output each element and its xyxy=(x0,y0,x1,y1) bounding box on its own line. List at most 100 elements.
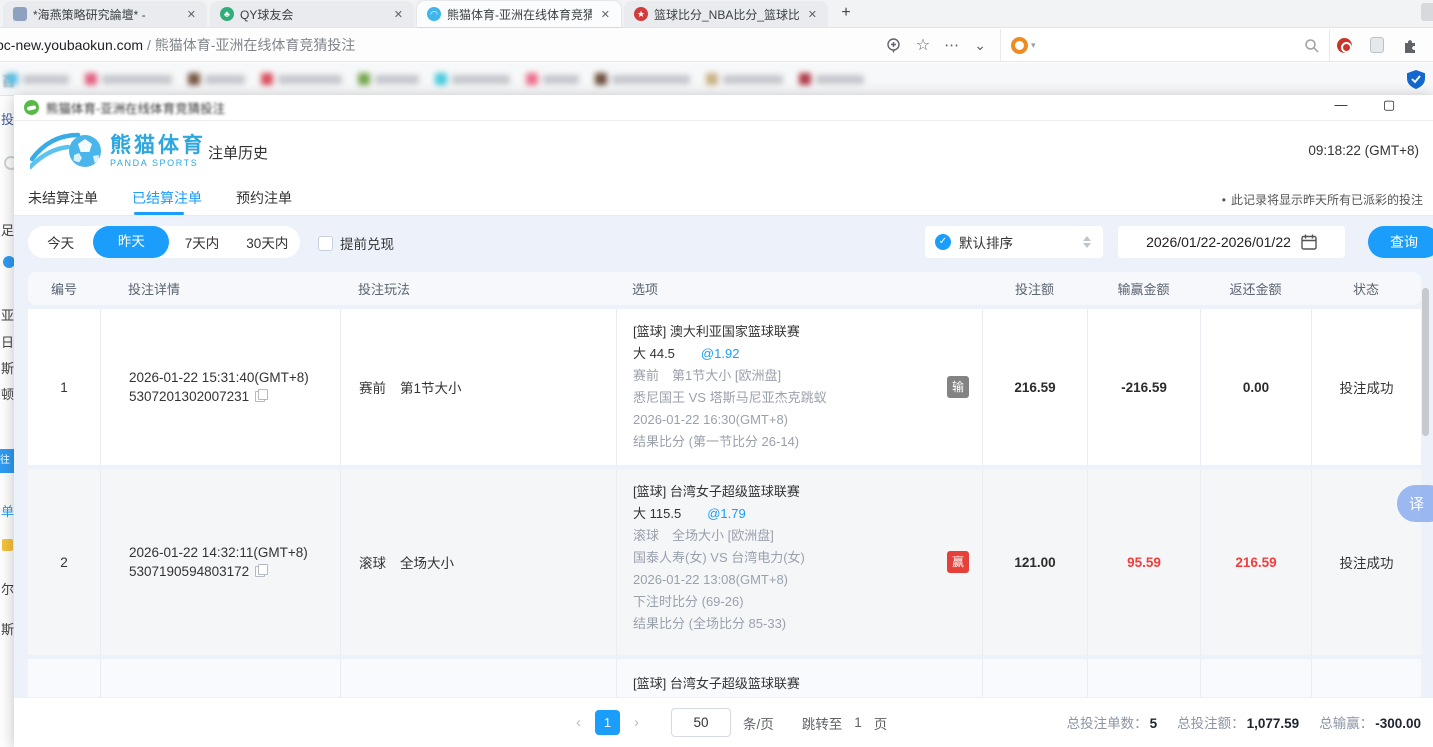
extension-red-icon[interactable] xyxy=(1337,38,1352,53)
dropdown-chevron-icon[interactable]: ⌄ xyxy=(974,37,986,54)
cell-payout: 216.59 xyxy=(1200,469,1311,655)
sort-dropdown[interactable]: ✓ 默认排序 xyxy=(925,226,1103,258)
strip-dot-fragment xyxy=(3,256,14,268)
range-yesterday-active[interactable]: 昨天 xyxy=(93,226,169,258)
brand-subtitle: PANDA SPORTS xyxy=(110,159,206,168)
date-range-value: 2026/01/22-2026/01/22 xyxy=(1146,234,1291,250)
minimize-button[interactable]: — xyxy=(1332,97,1350,113)
league-name: [篮球] 澳大利亚国家篮球联赛 xyxy=(633,321,982,343)
strip-text-fragment: 尔 xyxy=(1,579,14,598)
more-menu-icon[interactable]: ⋯ xyxy=(944,36,960,54)
tab-settled[interactable]: 已结算注单 xyxy=(132,188,202,208)
bookmark-star-icon[interactable]: ☆ xyxy=(916,35,930,55)
bookmark-item[interactable] xyxy=(526,73,579,85)
browser-tab-2[interactable]: ♣ QY球友会 ✕ xyxy=(210,1,414,27)
bookmark-item[interactable] xyxy=(85,73,172,85)
page-size-input[interactable] xyxy=(671,708,731,737)
jump-page-value[interactable]: 1 xyxy=(854,715,862,730)
scrollbar-thumb[interactable] xyxy=(1422,288,1429,436)
tab-close-icon[interactable]: ✕ xyxy=(805,8,820,21)
cell-status xyxy=(1311,659,1421,698)
url-zone[interactable]: pc-new.youbaokun.com / 熊猫体育-亚洲在线体育竞猜投注 ☆… xyxy=(0,29,1000,61)
bet-time: 2026-01-22 14:32:11(GMT+8) xyxy=(129,545,340,560)
tab-close-icon[interactable]: ✕ xyxy=(598,8,613,21)
cashout-checkbox[interactable] xyxy=(318,236,333,251)
cell-stake xyxy=(982,659,1087,698)
total-bets: 总投注单数：5 xyxy=(1067,712,1158,732)
browser-tab-4[interactable]: ★ 篮球比分_NBA比分_篮球比 ✕ xyxy=(624,1,828,27)
prev-page-button[interactable]: ‹ xyxy=(574,714,583,731)
cell-play xyxy=(340,659,616,698)
bookmark-item[interactable] xyxy=(595,73,690,85)
tab-close-icon[interactable]: ✕ xyxy=(391,8,406,21)
market-line: 滚球 全场大小 [欧洲盘] xyxy=(633,525,982,547)
strip-text-fragment: 日 xyxy=(1,332,14,351)
cell-option: [篮球] 台湾女子超级篮球联赛 大 115.5@1.79 滚球 全场大小 [欧洲… xyxy=(616,469,982,655)
tab-close-icon[interactable]: ✕ xyxy=(184,8,199,21)
bet-history-window: 熊猫体育-亚洲在线体育竞猜投注 — ▢ ✕ 熊猫体育 PAND xyxy=(14,95,1433,747)
odds-value: @1.79 xyxy=(707,506,746,521)
bookmark-item[interactable] xyxy=(706,73,783,85)
bet-time: 2026-01-22 15:31:40(GMT+8) xyxy=(129,370,340,385)
maximize-button[interactable]: ▢ xyxy=(1380,97,1398,113)
range-7days[interactable]: 7天内 xyxy=(169,232,234,252)
query-button[interactable]: 查询 xyxy=(1368,226,1433,258)
browser-tab-3-active[interactable]: ◠ 熊猫体育-亚洲在线体育竞猜 ✕ xyxy=(417,1,621,27)
strip-text-fragment: 投 xyxy=(1,109,14,128)
table-row: 1 2026-01-22 15:31:40(GMT+8) 53072013020… xyxy=(28,309,1421,465)
result-line: 结果比分 (第一节比分 26-14) xyxy=(633,431,982,453)
cell-detail: 2026-01-22 14:32:11(GMT+8) 5307190594803… xyxy=(100,469,340,655)
totals-summary: 总投注单数：5 总投注额：1,077.59 总输赢：-300.00 xyxy=(1067,712,1421,732)
page-size-unit: 条/页 xyxy=(743,713,774,733)
cashout-filter[interactable]: 提前兑现 xyxy=(318,233,394,253)
notice-text: 此记录将显示昨天所有已派彩的投注 xyxy=(1222,191,1423,208)
close-button[interactable]: ✕ xyxy=(1428,97,1433,113)
match-time-line: 2026-01-22 13:08(GMT+8) xyxy=(633,569,982,591)
tab-unsettled[interactable]: 未结算注单 xyxy=(28,188,98,208)
next-page-button[interactable]: › xyxy=(632,714,641,731)
range-30days[interactable]: 30天内 xyxy=(235,232,300,252)
reader-mode-icon[interactable] xyxy=(885,37,902,54)
bookmarks-blurred-row xyxy=(6,73,864,85)
window-title-bar[interactable]: 熊猫体育-亚洲在线体育竞猜投注 — ▢ ✕ xyxy=(14,95,1433,121)
bookmark-item[interactable] xyxy=(6,73,69,85)
strip-text-fragment: 顿 xyxy=(1,384,14,403)
search-engine-logo-icon xyxy=(1011,37,1028,54)
bookmark-item[interactable] xyxy=(261,73,342,85)
tab-reserved[interactable]: 预约注单 xyxy=(236,188,292,208)
search-engine-caret-icon[interactable]: ▾ xyxy=(1031,40,1036,51)
bookmark-item[interactable] xyxy=(799,73,864,85)
bookmark-item[interactable] xyxy=(435,73,510,85)
bookmark-item[interactable] xyxy=(188,73,245,85)
bets-table: 编号 投注详情 投注玩法 选项 投注额 输赢金额 返还金额 状态 1 2026-… xyxy=(28,272,1421,698)
extension-gray-icon[interactable] xyxy=(1370,37,1384,53)
date-range-picker[interactable]: 2026/01/22-2026/01/22 xyxy=(1118,226,1345,258)
new-tab-button[interactable]: + xyxy=(834,1,858,25)
background-page-strip: 投 足 亚 日 斯 顿 往 单 尔 斯 xyxy=(0,95,14,747)
current-page-button[interactable]: 1 xyxy=(595,710,620,735)
col-no: 编号 xyxy=(28,279,100,298)
address-bar: pc-new.youbaokun.com / 熊猫体育-亚洲在线体育竞猜投注 ☆… xyxy=(0,29,1433,62)
odds-value: @1.92 xyxy=(701,346,740,361)
browser-tab-1[interactable]: *海燕策略研究論壇* - ✕ xyxy=(3,1,207,27)
table-header: 编号 投注详情 投注玩法 选项 投注额 输赢金额 返还金额 状态 xyxy=(28,272,1421,305)
puzzle-extensions-icon[interactable] xyxy=(1402,37,1419,54)
cell-winloss: 95.59 xyxy=(1087,469,1200,655)
bookmark-item[interactable] xyxy=(358,73,419,85)
shield-bookmark-icon[interactable] xyxy=(1407,70,1425,89)
strip-text-fragment: 足 xyxy=(1,220,14,239)
screen: *海燕策略研究論壇* - ✕ ♣ QY球友会 ✕ ◠ 熊猫体育-亚洲在线体育竞猜… xyxy=(0,0,1433,747)
range-today[interactable]: 今天 xyxy=(28,232,93,252)
filter-row: 今天 昨天 7天内 30天内 提前兑现 ✓ 默认排序 2026/01/22-20… xyxy=(14,216,1433,272)
copy-icon[interactable] xyxy=(255,389,266,401)
copy-icon[interactable] xyxy=(255,564,266,576)
sort-selected-value: 默认排序 xyxy=(959,232,1075,252)
translate-button[interactable]: 译 xyxy=(1397,485,1433,522)
cell-status: 投注成功 xyxy=(1311,309,1421,465)
browser-search-box[interactable]: ▾ xyxy=(1000,29,1330,61)
search-icon[interactable] xyxy=(1304,38,1319,53)
bet-id: 5307201302007231 xyxy=(129,389,340,404)
play-type: 赛前 xyxy=(359,377,386,397)
strip-text-fragment: 单 xyxy=(1,501,14,520)
league-name: [篮球] 台湾女子超级篮球联赛 xyxy=(633,673,982,695)
